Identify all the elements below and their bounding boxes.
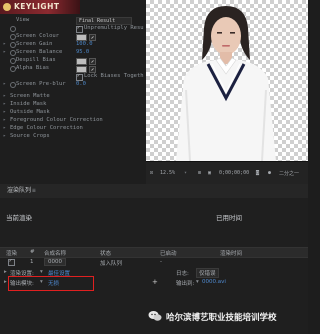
- view-label: View: [16, 17, 30, 23]
- twirl-arrow-icon[interactable]: ▸: [3, 132, 6, 140]
- magnifier-icon[interactable]: ⊡: [150, 170, 153, 176]
- view-row: View Final Result: [0, 16, 146, 25]
- section-label: Screen Matte: [10, 93, 50, 99]
- keylight-logo-icon: [3, 3, 11, 11]
- section-label: Foreground Colour Correction: [10, 117, 103, 123]
- section-edge-colour-correction[interactable]: ▸ Edge Colour Correction: [0, 124, 146, 132]
- section-screen-matte[interactable]: ▸ Screen Matte: [0, 92, 146, 100]
- twirl-arrow-icon[interactable]: ▸: [3, 48, 6, 56]
- section-label: Edge Colour Correction: [10, 125, 83, 131]
- section-label: Inside Mask: [10, 101, 47, 107]
- alpha-bias-label: Alpha Bias: [16, 65, 50, 71]
- screen-colour-label: Screen Colour: [16, 33, 60, 39]
- column-header-render[interactable]: 渲染: [6, 249, 17, 257]
- twirl-arrow-icon[interactable]: ▸: [3, 116, 6, 124]
- section-foreground-colour-correction[interactable]: ▸ Foreground Colour Correction: [0, 116, 146, 124]
- render-queue-column-header: 渲染 # 合成名称 状态 已启动 渲染时间: [0, 247, 308, 258]
- section-label: Outside Mask: [10, 109, 50, 115]
- channel-color-icon[interactable]: ●: [268, 170, 271, 176]
- lock-biases-label: Lock Biases Togeth: [84, 73, 144, 79]
- screen-preblur-label: Screen Pre-blur: [16, 81, 66, 87]
- add-output-module-icon[interactable]: +: [152, 278, 158, 286]
- twirl-arrow-icon[interactable]: ▸: [3, 100, 6, 108]
- section-inside-mask[interactable]: ▸ Inside Mask: [0, 100, 146, 108]
- resolution-dropdown[interactable]: 二分之一: [279, 170, 299, 177]
- render-queue-tabbar: 渲染队列 ≡: [0, 184, 308, 199]
- zoom-level[interactable]: 12.5%: [160, 170, 175, 176]
- screen-gain-label: Screen Gain: [16, 41, 53, 47]
- alpha-bias-row: Alpha Bias: [0, 64, 146, 73]
- column-header-render-time[interactable]: 渲染时间: [220, 249, 242, 257]
- screen-preblur-value[interactable]: 0.0: [76, 80, 86, 88]
- screen-balance-label: Screen Balance: [16, 49, 63, 55]
- row-status: 加入队列: [100, 261, 123, 267]
- column-header-status[interactable]: 状态: [100, 249, 111, 257]
- timecode[interactable]: 0;00;00;00: [219, 170, 249, 176]
- grid-icon[interactable]: ▣: [208, 170, 211, 176]
- watermark: 哈尔滨博艺职业技能培训学校: [148, 306, 308, 328]
- screen-gain-row: ▸ Screen Gain 100.0: [0, 40, 146, 48]
- current-render-heading: 当前渲染: [6, 214, 32, 222]
- safe-margins-icon[interactable]: ⊞: [198, 170, 201, 176]
- watermark-text: 哈尔滨博艺职业技能培训学校: [166, 313, 277, 323]
- screen-balance-row: ▸ Screen Balance 95.0: [0, 48, 146, 56]
- tab-render-queue[interactable]: 渲染队列: [4, 186, 34, 196]
- log-dropdown[interactable]: 仅错误: [196, 268, 219, 278]
- screen-gain-value[interactable]: 100.0: [76, 40, 93, 48]
- despill-bias-label: Despill Bias: [16, 57, 56, 63]
- unpremultiply-row: Unpremultiply Resu: [0, 24, 146, 33]
- column-header-comp-name[interactable]: 合成名称: [44, 249, 66, 257]
- twirl-arrow-icon[interactable]: ▸: [3, 92, 6, 100]
- output-to-value[interactable]: 0000.avi: [202, 279, 226, 285]
- twirl-arrow-icon[interactable]: ▸: [4, 269, 7, 275]
- keylight-banner-text: KEYLIGHT: [14, 2, 60, 11]
- output-module-highlight-box: [8, 276, 94, 291]
- section-label: Source Crops: [10, 133, 50, 139]
- screen-preblur-row: ▸ Screen Pre-blur 0.0: [0, 80, 146, 88]
- render-checkbox[interactable]: [8, 258, 15, 266]
- effect-controls-panel: KEYLIGHT View Final Result Unpremultiply…: [0, 0, 147, 184]
- twirl-arrow-icon[interactable]: ▸: [3, 40, 6, 48]
- unpremultiply-label: Unpremultiply Resu: [84, 25, 144, 31]
- output-to-label: 输出到:: [176, 281, 195, 287]
- dropdown-arrow-icon[interactable]: ▾: [40, 269, 43, 275]
- table-row[interactable]: 1 0000 加入队列 -: [0, 258, 308, 267]
- screen-colour-row: Screen Colour: [0, 32, 146, 41]
- section-outside-mask[interactable]: ▸ Outside Mask: [0, 108, 146, 116]
- column-header-started[interactable]: 已启动: [160, 249, 177, 257]
- log-label: 日志:: [176, 271, 189, 277]
- dropdown-arrow-icon[interactable]: ▾: [184, 170, 187, 176]
- wechat-logo-icon: [148, 311, 162, 321]
- row-started: -: [160, 259, 162, 265]
- comp-name-field[interactable]: 0000: [44, 258, 66, 266]
- screen-balance-value[interactable]: 95.0: [76, 48, 89, 56]
- twirl-arrow-icon[interactable]: ▸: [3, 80, 6, 88]
- row-number: 1: [30, 259, 34, 265]
- keyed-person-image: [176, 6, 276, 161]
- composition-canvas[interactable]: [146, 0, 308, 161]
- viewer-toolbar: ⊡ 12.5% ▾ ⊞ ▣ 0;00;00;00 ◙ ● 二分之一: [146, 161, 308, 185]
- keylight-banner: KEYLIGHT: [0, 0, 80, 14]
- dropdown-arrow-icon[interactable]: ▾: [196, 279, 199, 285]
- twirl-arrow-icon[interactable]: ▸: [3, 124, 6, 132]
- twirl-arrow-icon[interactable]: ▸: [4, 279, 7, 285]
- snapshot-icon[interactable]: ◙: [256, 170, 259, 176]
- elapsed-time-heading: 已用时间: [216, 214, 242, 222]
- column-header-number[interactable]: #: [30, 249, 35, 255]
- panel-menu-icon[interactable]: ≡: [32, 187, 36, 194]
- lock-biases-row: Lock Biases Togeth: [0, 72, 146, 81]
- twirl-arrow-icon[interactable]: ▸: [3, 108, 6, 116]
- section-source-crops[interactable]: ▸ Source Crops: [0, 132, 146, 140]
- despill-bias-row: Despill Bias: [0, 56, 146, 65]
